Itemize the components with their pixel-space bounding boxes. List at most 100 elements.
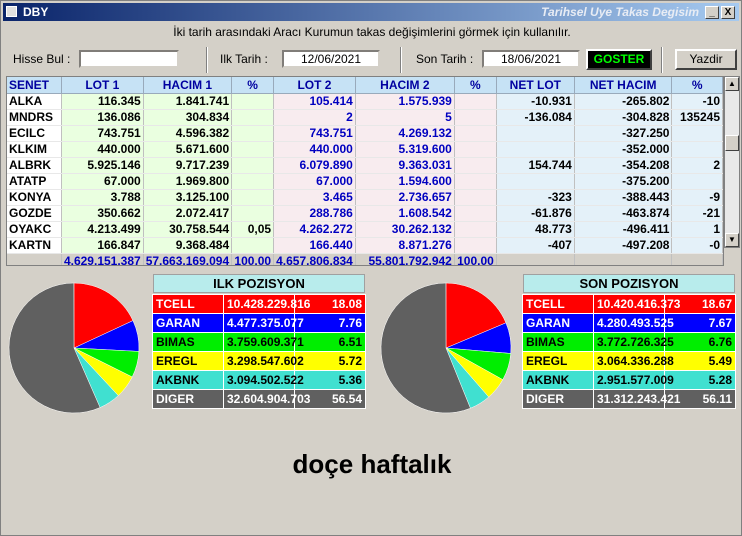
column-header[interactable]: HACIM 1 bbox=[143, 77, 233, 94]
column-header[interactable]: NET LOT bbox=[496, 77, 575, 94]
table-cell: 154.744 bbox=[496, 157, 575, 174]
table-row[interactable]: MNDRS 136.086 304.834 2 5 -136.084 -304.828 135… bbox=[7, 109, 723, 126]
position-cell: 7.76 bbox=[294, 313, 366, 333]
column-header[interactable]: % bbox=[231, 77, 275, 94]
column-header[interactable]: HACIM 2 bbox=[355, 77, 455, 94]
table-cell: 8.871.276 bbox=[355, 237, 455, 254]
table-cell: 743.751 bbox=[273, 125, 356, 142]
table-cell bbox=[231, 157, 275, 174]
table-row[interactable]: ECILC 743.751 4.596.382 743.751 4.269.132 -32… bbox=[7, 125, 723, 142]
total-cell bbox=[671, 253, 723, 265]
table-row[interactable]: KONYA 3.788 3.125.100 3.465 2.736.657 -323 -38… bbox=[7, 189, 723, 206]
column-header[interactable]: NET HACIM bbox=[574, 77, 673, 94]
total-cell: 100,00 bbox=[454, 253, 497, 265]
column-header[interactable]: % bbox=[671, 77, 723, 94]
total-cell: 55.801.792.942 bbox=[355, 253, 455, 265]
position-cell: AKBNK bbox=[152, 370, 224, 390]
position-row: EREGL 3.064.336.288 5.49 bbox=[522, 351, 736, 371]
table-cell: -407 bbox=[496, 237, 575, 254]
table-cell: 9.717.239 bbox=[143, 157, 233, 174]
table-cell bbox=[496, 125, 575, 142]
table-row[interactable]: ATATP 67.000 1.969.800 67.000 1.594.600 -375.… bbox=[7, 173, 723, 190]
table-cell: 67.000 bbox=[61, 173, 144, 190]
position-cell: GARAN bbox=[522, 313, 594, 333]
scroll-thumb[interactable] bbox=[725, 135, 739, 151]
table-cell bbox=[231, 237, 275, 254]
total-cell bbox=[496, 253, 575, 265]
total-cell bbox=[7, 253, 62, 265]
scroll-up-icon[interactable]: ▲ bbox=[725, 77, 739, 91]
position-cell: DIGER bbox=[522, 389, 594, 409]
table-cell: -304.828 bbox=[574, 109, 673, 126]
table-cell: 350.662 bbox=[61, 205, 144, 222]
table-cell: 116.345 bbox=[61, 93, 144, 110]
yazdir-button[interactable]: Yazdir bbox=[675, 49, 737, 70]
son-tarih-input[interactable]: 18/06/2021 bbox=[482, 50, 580, 68]
table-cell bbox=[454, 109, 497, 126]
table-row[interactable]: KLKIM 440.000 5.671.600 440.000 5.319.600 -35… bbox=[7, 141, 723, 158]
position-cell: TCELL bbox=[152, 294, 224, 314]
position-row: GARAN 4.280.493.525 7.67 bbox=[522, 313, 736, 333]
table-cell bbox=[231, 141, 275, 158]
table-cell: 6.079.890 bbox=[273, 157, 356, 174]
minimize-button[interactable]: _ bbox=[705, 6, 719, 19]
table-cell: 166.440 bbox=[273, 237, 356, 254]
son-pozisyon-title: SON POZISYON bbox=[523, 274, 735, 293]
table-cell bbox=[454, 173, 497, 190]
position-cell: 6.76 bbox=[664, 332, 736, 352]
table-cell: 0,05 bbox=[231, 221, 275, 238]
table-cell: 1.969.800 bbox=[143, 173, 233, 190]
table-cell: 4.262.272 bbox=[273, 221, 356, 238]
position-cell: 5.28 bbox=[664, 370, 736, 390]
table-cell: 1 bbox=[671, 221, 723, 238]
table-cell: 166.847 bbox=[61, 237, 144, 254]
position-cell: 10.420.416.373 bbox=[593, 294, 680, 314]
table-row[interactable]: ALBRK 5.925.146 9.717.239 6.079.890 9.363.03… bbox=[7, 157, 723, 174]
table-row[interactable]: ALKA 116.345 1.841.741 105.414 1.575.939 -10.… bbox=[7, 93, 723, 110]
table-cell bbox=[496, 141, 575, 158]
table-row[interactable]: OYAKC 4.213.499 30.758.544 0,05 4.262.272 30.… bbox=[7, 221, 723, 238]
title-bar[interactable]: DBY Tarihsel Uye Takas Degisim _ X bbox=[3, 3, 739, 21]
position-cell: 31.312.243.421 bbox=[593, 389, 680, 409]
table-cell: 5.319.600 bbox=[355, 141, 455, 158]
separator bbox=[661, 47, 663, 73]
son-pozisyon-pie-chart bbox=[380, 282, 512, 414]
table-cell: ATATP bbox=[7, 173, 62, 190]
table-cell: 4.269.132 bbox=[355, 125, 455, 142]
table-cell bbox=[231, 189, 275, 206]
total-cell: 4.629.151.387 bbox=[61, 253, 144, 265]
table-cell: OYAKC bbox=[7, 221, 62, 238]
scroll-down-icon[interactable]: ▼ bbox=[725, 233, 739, 247]
table-cell bbox=[454, 125, 497, 142]
column-header[interactable]: SENET bbox=[7, 77, 62, 94]
table-cell: GOZDE bbox=[7, 205, 62, 222]
table-cell: -497.208 bbox=[574, 237, 673, 254]
close-button[interactable]: X bbox=[721, 6, 735, 19]
total-cell: 57.663.169.094 bbox=[143, 253, 233, 265]
table-cell: 1.608.542 bbox=[355, 205, 455, 222]
column-header[interactable]: LOT 2 bbox=[273, 77, 356, 94]
column-header[interactable]: LOT 1 bbox=[61, 77, 144, 94]
position-row: DIGER 32.604.904.703 56.54 bbox=[152, 389, 366, 409]
takas-grid[interactable]: SENET LOT 1 HACIM 1% LOT 2 HACIM 2% NET LOT NE… bbox=[6, 76, 724, 266]
table-cell: 9.363.031 bbox=[355, 157, 455, 174]
table-cell bbox=[231, 109, 275, 126]
hisse-search-input[interactable] bbox=[79, 50, 179, 68]
table-cell: -323 bbox=[496, 189, 575, 206]
ilk-tarih-input[interactable]: 12/06/2021 bbox=[282, 50, 380, 68]
position-cell: 3.298.547.602 bbox=[223, 351, 304, 371]
table-cell: 48.773 bbox=[496, 221, 575, 238]
watermark-text: doçe haftalık bbox=[292, 449, 452, 479]
total-cell bbox=[574, 253, 673, 265]
table-row[interactable]: KARTN 166.847 9.368.484 166.440 8.871.276 -40… bbox=[7, 237, 723, 254]
column-header[interactable]: % bbox=[454, 77, 497, 94]
vertical-scrollbar[interactable]: ▲ ▼ bbox=[724, 76, 740, 248]
position-cell: EREGL bbox=[522, 351, 594, 371]
table-cell: ECILC bbox=[7, 125, 62, 142]
table-cell: 1.841.741 bbox=[143, 93, 233, 110]
table-row[interactable]: GOZDE 350.662 2.072.417 288.786 1.608.542 -61… bbox=[7, 205, 723, 222]
table-cell: -496.411 bbox=[574, 221, 673, 238]
takas-table: SENET LOT 1 HACIM 1% LOT 2 HACIM 2% NET LOT NE… bbox=[7, 77, 723, 265]
table-cell: 3.788 bbox=[61, 189, 144, 206]
goster-button[interactable]: GOSTER bbox=[586, 49, 652, 70]
